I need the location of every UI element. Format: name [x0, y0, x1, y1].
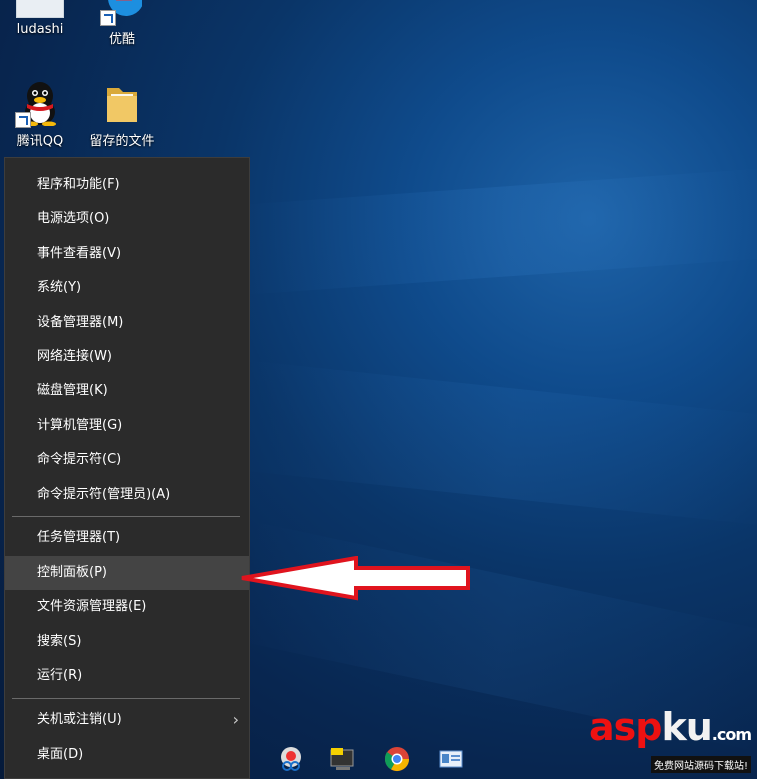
menu-item-label: 事件查看器(V) — [37, 246, 122, 261]
menu-item-label: 命令提示符(管理员)(A) — [37, 487, 171, 502]
menu-item-search[interactable]: 搜索(S) — [5, 625, 249, 659]
menu-item-programs-features[interactable]: 程序和功能(F) — [5, 168, 249, 202]
menu-item-label: 电源选项(O) — [37, 211, 110, 226]
shortcut-arrow-icon — [15, 112, 31, 128]
winx-context-menu: 程序和功能(F) 电源选项(O) 事件查看器(V) 系统(Y) 设备管理器(M)… — [4, 157, 250, 779]
menu-item-label: 网络连接(W) — [37, 349, 112, 364]
monitor-app-icon[interactable] — [328, 744, 358, 774]
menu-item-label: 磁盘管理(K) — [37, 383, 108, 398]
menu-item-run[interactable]: 运行(R) — [5, 659, 249, 693]
menu-item-desktop[interactable]: 桌面(D) — [5, 738, 249, 772]
menu-item-computer-management[interactable]: 计算机管理(G) — [5, 409, 249, 443]
watermark-logo: aspku.com — [588, 705, 752, 754]
site-watermark: aspku.com 免费网站源码下载站! — [588, 705, 752, 773]
menu-item-label: 文件资源管理器(E) — [37, 599, 147, 614]
menu-item-command-prompt-admin[interactable]: 命令提示符(管理员)(A) — [5, 478, 249, 512]
annotation-arrow — [241, 556, 470, 601]
menu-item-label: 运行(R) — [37, 668, 83, 683]
wallpaper-beam — [236, 167, 757, 295]
menu-item-file-explorer[interactable]: 文件资源管理器(E) — [5, 590, 249, 624]
menu-item-label: 设备管理器(M) — [37, 315, 124, 330]
menu-item-label: 程序和功能(F) — [37, 177, 120, 192]
menu-item-system[interactable]: 系统(Y) — [5, 271, 249, 305]
desktop-icon-youku[interactable]: 优酷 — [82, 0, 162, 47]
menu-item-power-options[interactable]: 电源选项(O) — [5, 202, 249, 236]
menu-item-disk-management[interactable]: 磁盘管理(K) — [5, 374, 249, 408]
watermark-subtitle: 免费网站源码下载站! — [650, 756, 751, 773]
menu-item-label: 任务管理器(T) — [37, 530, 121, 545]
menu-item-event-viewer[interactable]: 事件查看器(V) — [5, 237, 249, 271]
menu-item-device-manager[interactable]: 设备管理器(M) — [5, 306, 249, 340]
desktop-icon-label: 腾讯QQ — [16, 134, 64, 149]
chrome-icon[interactable] — [382, 744, 412, 774]
qq-penguin-icon — [15, 80, 63, 128]
menu-item-command-prompt[interactable]: 命令提示符(C) — [5, 443, 249, 477]
desktop-icon-folder[interactable]: 留存的文件 — [82, 80, 162, 149]
menu-item-label: 命令提示符(C) — [37, 452, 122, 467]
youku-icon — [100, 0, 142, 26]
watermark-domain: .com — [711, 725, 752, 744]
watermark-brand-b: ku — [661, 705, 712, 749]
wallpaper-beam — [234, 360, 757, 527]
taskbar-pinned-icons — [270, 740, 480, 779]
desktop-icon-label: 留存的文件 — [89, 134, 155, 149]
shortcut-arrow-icon — [100, 10, 116, 26]
ludashi-icon — [16, 0, 64, 18]
menu-separator — [12, 698, 240, 699]
chevron-right-icon: › — [232, 710, 239, 729]
menu-item-control-panel[interactable]: 控制面板(P) — [5, 556, 249, 590]
menu-item-label: 系统(Y) — [37, 280, 82, 295]
folder-icon — [99, 80, 145, 126]
menu-item-shutdown-signout[interactable]: 关机或注销(U) › — [5, 703, 249, 737]
menu-item-label: 桌面(D) — [37, 747, 84, 762]
snipping-tool-icon[interactable] — [276, 744, 306, 774]
desktop-icon-label: ludashi — [16, 22, 64, 37]
menu-item-task-manager[interactable]: 任务管理器(T) — [5, 521, 249, 555]
desktop-icon-ludashi[interactable]: ludashi — [0, 0, 80, 37]
watermark-brand-a: asp — [588, 705, 662, 749]
desktop-icon-label: 优酷 — [108, 32, 135, 47]
menu-item-network-connections[interactable]: 网络连接(W) — [5, 340, 249, 374]
menu-item-label: 搜索(S) — [37, 634, 82, 649]
menu-item-label: 计算机管理(G) — [37, 418, 123, 433]
menu-item-label: 关机或注销(U) — [37, 712, 122, 727]
menu-separator — [12, 516, 240, 517]
menu-item-label: 控制面板(P) — [37, 565, 107, 580]
contact-card-icon[interactable] — [436, 744, 466, 774]
desktop-icon-qq[interactable]: 腾讯QQ — [0, 80, 80, 149]
